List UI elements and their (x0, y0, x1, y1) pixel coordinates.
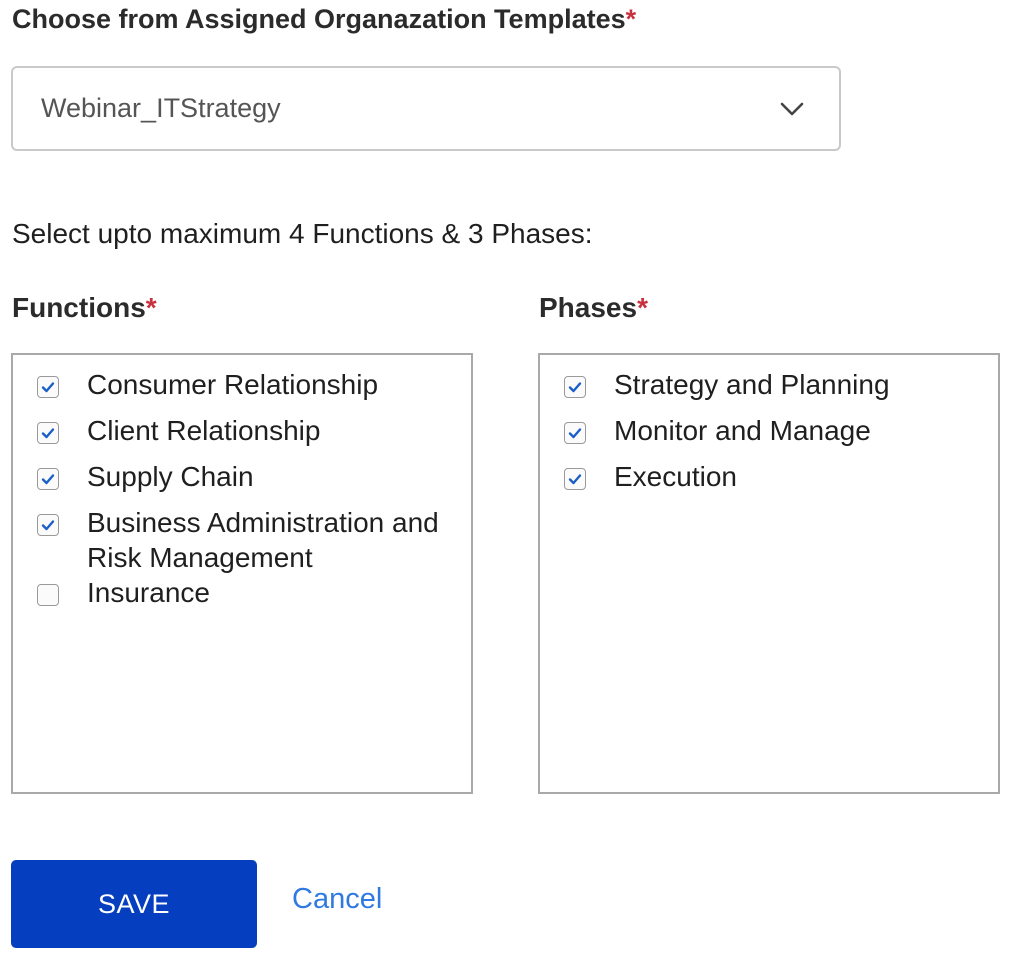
option-label: Execution (614, 461, 737, 492)
option-label: Consumer Relationship (87, 369, 379, 400)
checkbox[interactable] (37, 584, 59, 606)
checkmark-icon (41, 428, 55, 439)
option-label: Insurance (87, 577, 210, 608)
functions-list: Consumer Relationship Client Relationshi… (11, 353, 473, 794)
phases-label: Phases* (539, 292, 648, 324)
checkmark-icon (568, 428, 582, 439)
template-label-text: Choose from Assigned Organazation Templa… (12, 4, 626, 34)
checkmark-icon (41, 382, 55, 393)
phase-option-strategy-and-planning[interactable]: Strategy and Planning (540, 367, 998, 402)
checkmark-icon (568, 382, 582, 393)
required-asterisk: * (145, 292, 157, 323)
functions-label-text: Functions (12, 292, 146, 323)
option-label: Monitor and Manage (614, 415, 871, 446)
template-field-label: Choose from Assigned Organazation Templa… (12, 4, 636, 35)
phases-label-text: Phases (539, 292, 638, 323)
function-option-consumer-relationship[interactable]: Consumer Relationship (13, 367, 471, 402)
save-button[interactable]: SAVE (11, 860, 257, 948)
template-selection-form: Choose from Assigned Organazation Templa… (0, 0, 1025, 963)
phase-option-monitor-and-manage[interactable]: Monitor and Manage (540, 413, 998, 448)
selection-instructions: Select upto maximum 4 Functions & 3 Phas… (12, 218, 593, 249)
checkmark-icon (41, 520, 55, 531)
option-label: Business Administration and Risk Managem… (87, 507, 439, 573)
checkbox[interactable] (37, 422, 59, 444)
checkmark-icon (41, 474, 55, 485)
checkbox[interactable] (564, 468, 586, 490)
function-option-insurance[interactable]: Insurance (13, 575, 471, 610)
checkmark-icon (568, 474, 582, 485)
phase-option-execution[interactable]: Execution (540, 459, 998, 494)
checkbox[interactable] (564, 376, 586, 398)
function-option-supply-chain[interactable]: Supply Chain (13, 459, 471, 494)
option-label: Supply Chain (87, 461, 254, 492)
function-option-client-relationship[interactable]: Client Relationship (13, 413, 471, 448)
option-label: Strategy and Planning (614, 369, 890, 400)
chevron-down-icon (780, 102, 804, 116)
required-asterisk: * (637, 292, 648, 323)
template-selected-value: Webinar_ITStrategy (41, 93, 281, 123)
option-label: Client Relationship (87, 415, 321, 446)
checkbox[interactable] (564, 422, 586, 444)
checkbox[interactable] (37, 514, 59, 536)
template-select[interactable]: Webinar_ITStrategy (11, 66, 841, 151)
functions-label: Functions* (12, 292, 157, 324)
checkbox[interactable] (37, 468, 59, 490)
required-asterisk: * (625, 4, 637, 34)
phases-list: Strategy and Planning Monitor and Manage… (538, 353, 1000, 794)
checkbox[interactable] (37, 376, 59, 398)
cancel-link[interactable]: Cancel (292, 883, 382, 916)
function-option-business-administration[interactable]: Business Administration and Risk Managem… (13, 505, 471, 575)
